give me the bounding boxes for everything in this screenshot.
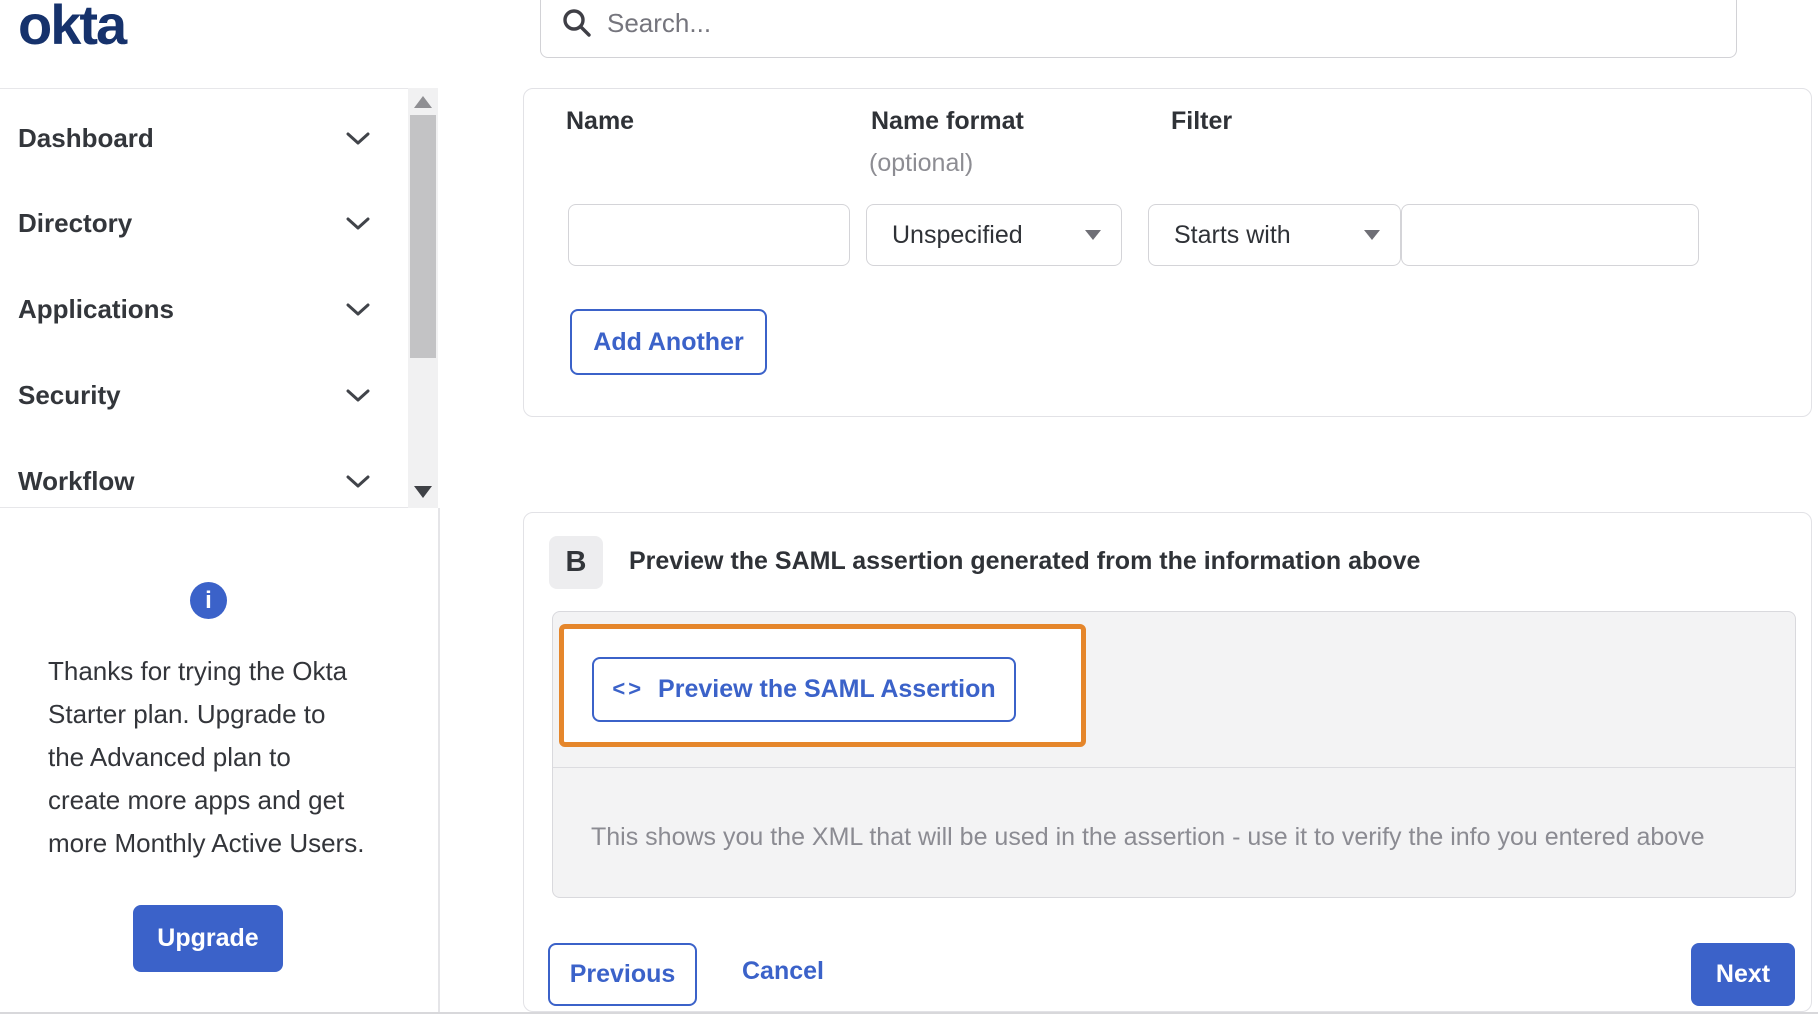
upgrade-message: Thanks for trying the Okta Starter plan.… — [48, 650, 393, 865]
sidebar-divider — [438, 508, 440, 1012]
scrollbar-thumb[interactable] — [410, 115, 436, 358]
sidebar-item-dashboard[interactable]: Dashboard — [18, 116, 378, 160]
upgrade-message-line: more Monthly Active Users. — [48, 822, 393, 865]
preview-button-label: Preview the SAML Assertion — [658, 675, 996, 704]
sidebar-item-label: Workflow — [18, 466, 135, 497]
upgrade-message-line: create more apps and get — [48, 779, 393, 822]
name-input-box — [568, 204, 850, 266]
viewport-bottom-border — [0, 1012, 1818, 1014]
previous-button[interactable]: Previous — [548, 943, 697, 1006]
preview-box: <> Preview the SAML Assertion This shows… — [552, 611, 1796, 898]
global-search[interactable] — [540, 0, 1737, 58]
chevron-down-icon — [346, 389, 370, 408]
filter-column-label: Filter — [1171, 107, 1232, 136]
sidebar-item-security[interactable]: Security — [18, 373, 378, 417]
upgrade-message-line: Thanks for trying the Okta — [48, 650, 393, 693]
filter-type-select[interactable]: Starts with — [1148, 204, 1401, 266]
filter-value-box — [1401, 204, 1699, 266]
caret-down-icon — [1085, 230, 1101, 240]
scroll-down-icon[interactable] — [414, 486, 432, 498]
search-input[interactable] — [607, 8, 1657, 39]
chevron-down-icon — [346, 475, 370, 494]
name-format-column-label: Name format — [871, 107, 1024, 136]
search-icon — [561, 7, 593, 39]
preview-section-title: Preview the SAML assertion generated fro… — [629, 547, 1420, 576]
name-format-select[interactable]: Unspecified — [866, 204, 1122, 266]
filter-type-value: Starts with — [1174, 221, 1291, 250]
sidebar-item-directory[interactable]: Directory — [18, 201, 378, 245]
sidebar-item-applications[interactable]: Applications — [18, 287, 378, 331]
optional-sublabel: (optional) — [869, 149, 973, 178]
preview-saml-panel: B Preview the SAML assertion generated f… — [523, 512, 1812, 1012]
sidebar-item-label: Dashboard — [18, 123, 154, 154]
preview-box-divider — [553, 767, 1795, 768]
upgrade-button[interactable]: Upgrade — [133, 905, 283, 972]
sidebar-item-label: Applications — [18, 294, 174, 325]
code-brackets-icon: <> — [612, 676, 644, 702]
highlight-annotation-box: <> Preview the SAML Assertion — [559, 624, 1086, 747]
info-icon: i — [190, 582, 227, 619]
preview-helper-text: This shows you the XML that will be used… — [591, 823, 1705, 852]
caret-down-icon — [1364, 230, 1380, 240]
name-column-label: Name — [566, 107, 634, 136]
preview-saml-assertion-button[interactable]: <> Preview the SAML Assertion — [592, 657, 1016, 722]
chevron-down-icon — [346, 132, 370, 151]
okta-admin-page: okta Dashboard Directory Applications — [0, 0, 1818, 1016]
upgrade-message-line: Starter plan. Upgrade to — [48, 693, 393, 736]
add-another-button[interactable]: Add Another — [570, 309, 767, 375]
step-b-badge: B — [549, 536, 603, 589]
chevron-down-icon — [346, 217, 370, 236]
sidebar-scrollbar[interactable] — [408, 88, 438, 508]
sidebar-item-label: Directory — [18, 208, 132, 239]
sidebar-item-workflow[interactable]: Workflow — [18, 459, 378, 503]
filter-value-input[interactable] — [1402, 205, 1698, 265]
cancel-button[interactable]: Cancel — [742, 957, 824, 986]
sidebar-item-label: Security — [18, 380, 121, 411]
name-input[interactable] — [569, 205, 849, 265]
name-format-value: Unspecified — [892, 221, 1023, 250]
upgrade-message-line: the Advanced plan to — [48, 736, 393, 779]
sidebar-menu: Dashboard Directory Applications Securit… — [0, 88, 438, 508]
okta-logo: okta — [18, 0, 125, 57]
scroll-up-icon[interactable] — [414, 96, 432, 108]
chevron-down-icon — [346, 303, 370, 322]
next-button[interactable]: Next — [1691, 943, 1795, 1006]
attribute-statements-panel: Name Name format (optional) Filter Unspe… — [523, 88, 1812, 417]
